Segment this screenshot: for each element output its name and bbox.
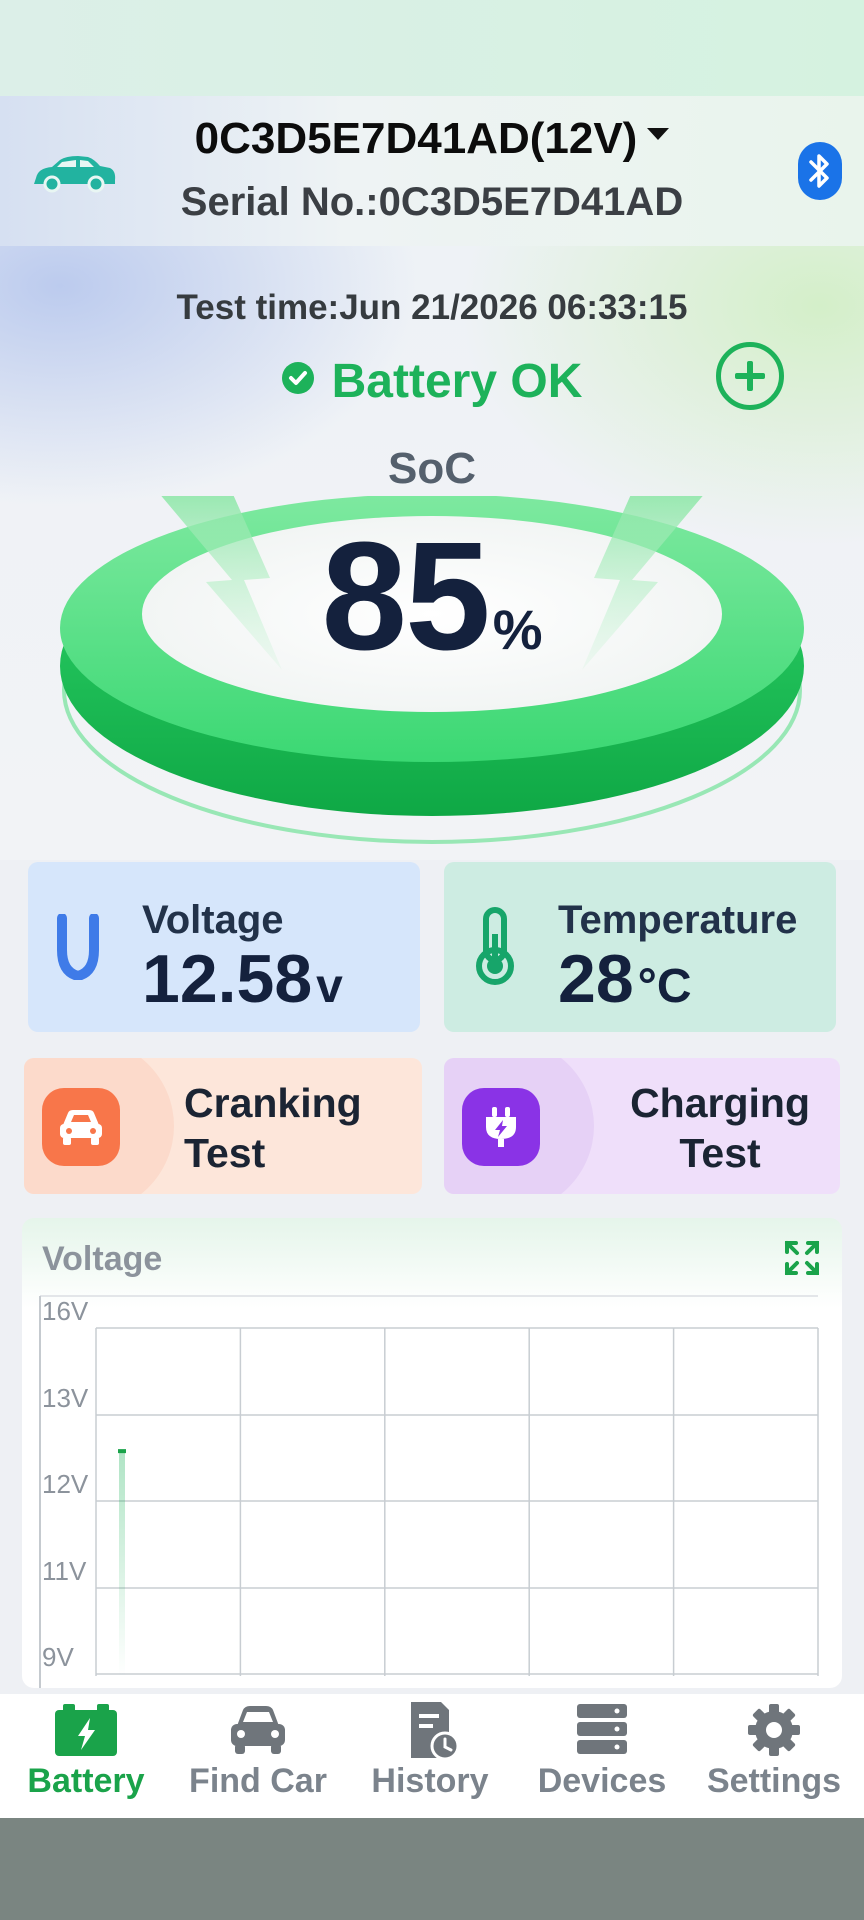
temperature-number: 28 — [558, 941, 634, 1017]
bluetooth-button[interactable] — [798, 142, 842, 200]
cranking-test-button[interactable]: Cranking Test — [24, 1058, 422, 1194]
thermometer-icon — [476, 907, 514, 985]
y-tick-label: 12V — [42, 1469, 89, 1499]
nav-battery[interactable]: Battery — [0, 1694, 172, 1818]
y-tick-label: 13V — [42, 1383, 89, 1413]
device-header: 0C3D5E7D41AD(12V) Serial No.:0C3D5E7D41A… — [0, 96, 864, 246]
status-bar — [0, 0, 864, 96]
temperature-value: 28°C — [558, 940, 692, 1018]
system-navigation-bar — [0, 1818, 864, 1920]
voltage-value: 12.58v — [142, 940, 343, 1018]
temperature-unit: °C — [637, 960, 692, 1013]
add-button[interactable] — [716, 342, 784, 410]
soc-unit: % — [492, 598, 543, 661]
soc-value: 85% — [0, 508, 864, 685]
nav-find-car[interactable]: Find Car — [172, 1694, 344, 1818]
voltage-label: Voltage — [142, 898, 284, 942]
soc-label: SoC — [388, 444, 476, 493]
check-circle-icon — [281, 361, 314, 394]
nav-settings[interactable]: Settings — [688, 1694, 860, 1818]
serial-number: Serial No.:0C3D5E7D41AD — [180, 180, 684, 224]
car-icon — [231, 1706, 285, 1754]
voltage-plot: 16V13V12V11V9V06:3306:3406:3506:3606:370… — [39, 1295, 819, 1688]
cranking-test-label: Cranking Test — [184, 1080, 362, 1176]
gear-icon — [748, 1704, 800, 1756]
history-icon — [411, 1702, 460, 1760]
soc-number: 85 — [321, 510, 490, 682]
y-tick-label: 16V — [42, 1296, 89, 1326]
voltage-unit: v — [316, 960, 343, 1013]
temperature-label: Temperature — [558, 898, 798, 942]
voltage-number: 12.58 — [142, 941, 313, 1017]
charging-plug-icon — [462, 1088, 540, 1166]
y-tick-label: 9V — [42, 1642, 74, 1672]
devices-icon — [577, 1704, 627, 1754]
status-text: Battery OK — [331, 355, 583, 408]
bluetooth-icon — [809, 154, 829, 188]
battery-icon — [55, 1704, 117, 1756]
device-selector[interactable]: 0C3D5E7D41AD(12V) — [0, 114, 864, 164]
voltage-card: Voltage 12.58v — [28, 862, 420, 1032]
temperature-card: Temperature 28°C — [444, 862, 836, 1032]
battery-status-panel: Test time:Jun 21/2026 06:33:15 Battery O… — [0, 246, 864, 860]
nav-history[interactable]: History — [344, 1694, 516, 1818]
charging-test-button[interactable]: Charging Test — [444, 1058, 840, 1194]
voltage-icon — [57, 914, 99, 980]
chevron-down-icon — [647, 128, 670, 141]
y-tick-label: 11V — [42, 1556, 87, 1586]
test-time: Test time:Jun 21/2026 06:33:15 — [176, 288, 688, 327]
device-name: 0C3D5E7D41AD(12V) — [194, 114, 638, 163]
bottom-nav: Battery Find Car History Devices Setting… — [0, 1694, 864, 1818]
car-icon — [42, 1088, 120, 1166]
voltage-chart: Voltage 16V13V12V11V9V06:3306:3406:3506:… — [22, 1218, 842, 1688]
charging-test-label: Charging Test — [630, 1080, 810, 1176]
nav-devices[interactable]: Devices — [516, 1694, 688, 1818]
voltage-area — [119, 1451, 125, 1676]
